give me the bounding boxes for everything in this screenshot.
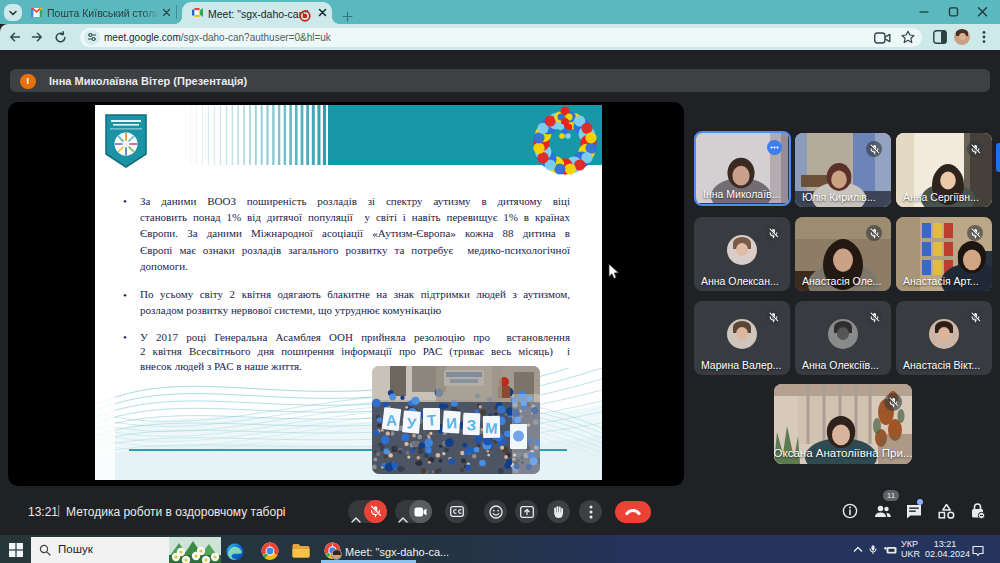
svg-text:Т: Т [426, 411, 437, 429]
svg-text:И: И [446, 414, 458, 432]
svg-text:М: М [485, 419, 499, 437]
svg-text:З: З [466, 416, 476, 433]
svg-text:У: У [406, 414, 417, 432]
svg-text:А: А [386, 411, 398, 428]
